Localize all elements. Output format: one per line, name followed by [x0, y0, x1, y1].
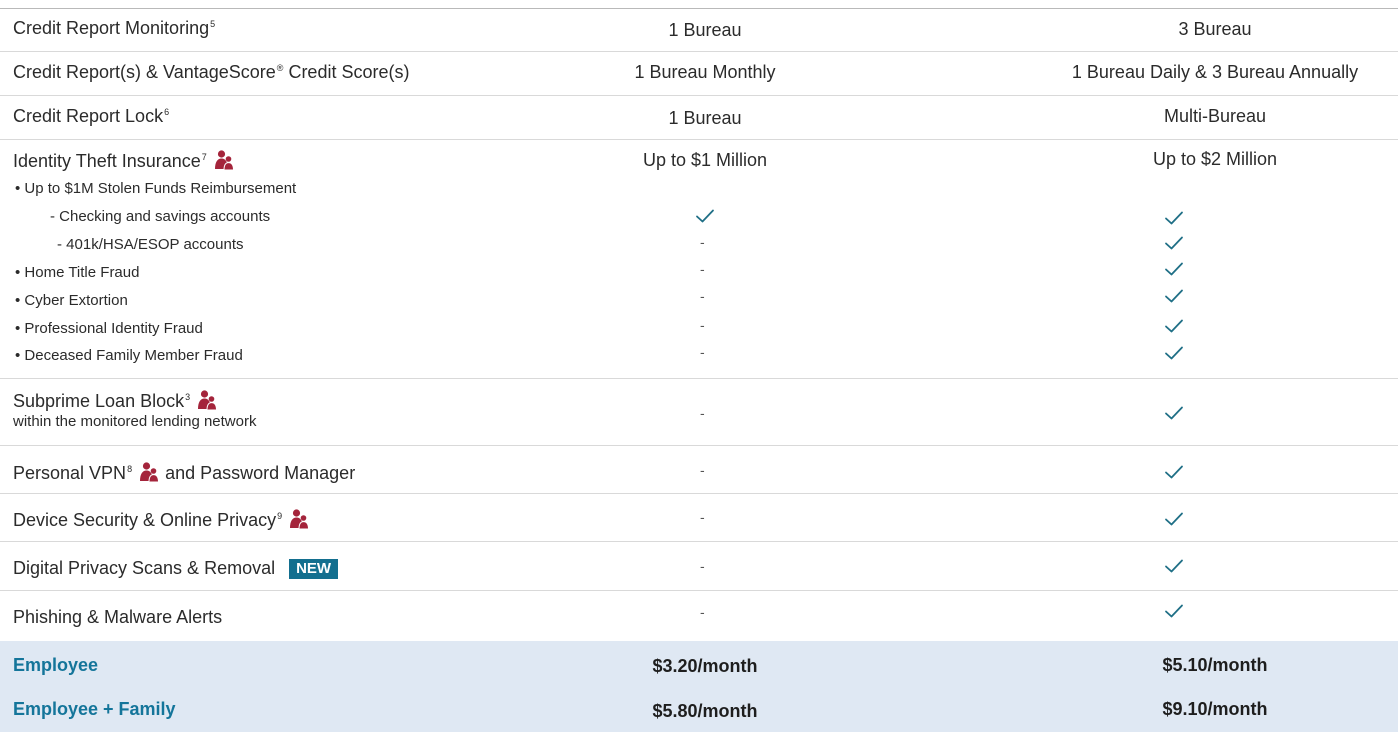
- pricing-band: Employee $3.20/month $5.10/month Employe…: [0, 641, 1398, 732]
- feature-label: Personal VPN8 and Password Manager: [13, 461, 356, 483]
- premium-plan-value: 3 Bureau: [1178, 19, 1252, 39]
- insurance-sub-item: - Checking and savings accounts: [50, 208, 271, 225]
- pricing-tier-employee: Employee: [13, 655, 99, 675]
- feature-sublabel: within the monitored lending network: [13, 413, 257, 430]
- not-included-dash: -: [700, 558, 705, 574]
- row-divider: [0, 541, 1398, 542]
- basic-plan-price: $5.80/month: [652, 701, 758, 721]
- insurance-sub-item: • Home Title Fraud: [15, 264, 140, 281]
- premium-plan-price: $9.10/month: [1162, 699, 1268, 719]
- check-icon: [1164, 210, 1184, 226]
- premium-plan-value: 1 Bureau Daily & 3 Bureau Annually: [1071, 62, 1359, 82]
- premium-plan-value: Up to $2 Million: [1152, 149, 1278, 169]
- check-icon: [1164, 288, 1184, 304]
- row-divider: [0, 95, 1398, 96]
- new-badge: NEW: [289, 559, 339, 579]
- not-included-dash: -: [700, 405, 705, 421]
- feature-label: Credit Report(s) & VantageScore® Credit …: [13, 62, 410, 82]
- basic-plan-value: 1 Bureau Monthly: [634, 62, 776, 82]
- basic-plan-value: 1 Bureau: [668, 20, 742, 40]
- feature-label: Device Security & Online Privacy9: [13, 508, 310, 534]
- family-member-icon: [196, 389, 218, 411]
- basic-plan-value: Up to $1 Million: [642, 150, 768, 170]
- check-icon: [1164, 511, 1184, 527]
- feature-label: Identity Theft Insurance7: [13, 149, 235, 175]
- feature-label: Subprime Loan Block3: [13, 389, 218, 415]
- check-icon: [1164, 261, 1184, 277]
- not-included-dash: -: [700, 604, 705, 620]
- row-divider: [0, 378, 1398, 379]
- check-icon: [1164, 603, 1184, 619]
- insurance-sub-item: • Deceased Family Member Fraud: [15, 347, 243, 364]
- premium-plan-value: Multi-Bureau: [1163, 106, 1267, 126]
- basic-plan-price: $3.20/month: [652, 656, 758, 676]
- not-included-dash: -: [700, 288, 705, 304]
- pricing-tier-employee-family: Employee + Family: [13, 699, 176, 719]
- premium-plan-price: $5.10/month: [1162, 655, 1268, 675]
- family-member-icon: [213, 149, 235, 171]
- row-divider: [0, 139, 1398, 140]
- check-icon: [1164, 464, 1184, 480]
- family-member-icon: [288, 508, 310, 530]
- not-included-dash: -: [700, 317, 705, 333]
- not-included-dash: -: [700, 462, 705, 478]
- insurance-sub-item: • Professional Identity Fraud: [15, 320, 203, 337]
- feature-label: Digital Privacy Scans & Removal NEW: [13, 557, 339, 579]
- row-divider: [0, 445, 1398, 446]
- insurance-sub-item: • Cyber Extortion: [15, 292, 128, 309]
- basic-plan-value: 1 Bureau: [668, 108, 742, 128]
- feature-label: Credit Report Lock6: [13, 106, 170, 126]
- not-included-dash: -: [700, 261, 705, 277]
- check-icon: [1164, 405, 1184, 421]
- family-member-icon: [138, 461, 160, 483]
- table-top-rule: [0, 8, 1398, 9]
- feature-label: Phishing & Malware Alerts: [13, 607, 223, 627]
- check-icon: [1164, 235, 1184, 251]
- not-included-dash: -: [700, 344, 705, 360]
- not-included-dash: -: [700, 234, 705, 250]
- row-divider: [0, 51, 1398, 52]
- insurance-sub-item: • Up to $1M Stolen Funds Reimbursement: [15, 180, 297, 197]
- insurance-sub-item: - 401k/HSA/ESOP accounts: [57, 236, 244, 253]
- check-icon: [1164, 558, 1184, 574]
- row-divider: [0, 493, 1398, 494]
- check-icon: [1164, 345, 1184, 361]
- check-icon: [1164, 318, 1184, 334]
- feature-label: Credit Report Monitoring5: [13, 18, 216, 38]
- check-icon: [695, 208, 715, 224]
- row-divider: [0, 590, 1398, 591]
- not-included-dash: -: [700, 509, 705, 525]
